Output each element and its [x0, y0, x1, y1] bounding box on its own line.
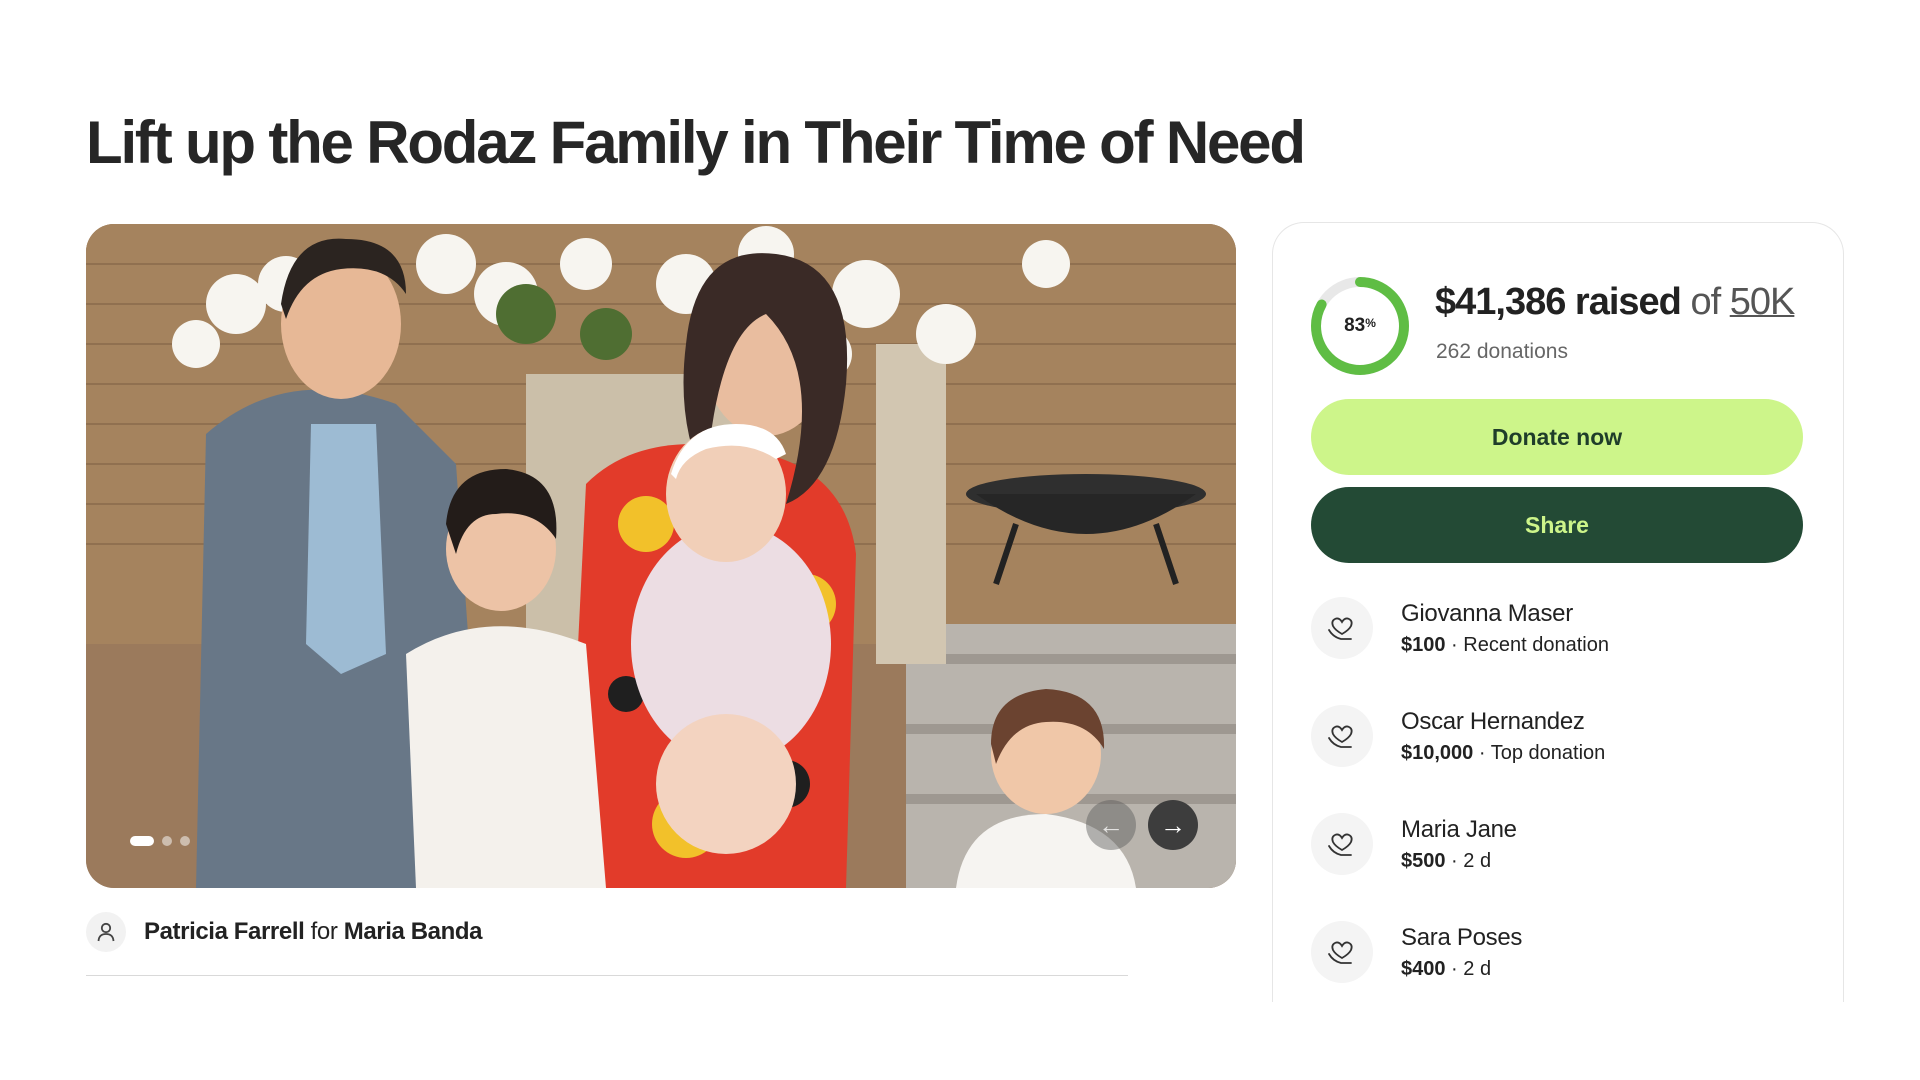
donation-item: Oscar Hernandez $10,000 · Top donation	[1311, 705, 1605, 767]
donation-amount: $400	[1401, 957, 1446, 980]
donor-meta: $500 · 2 d	[1401, 850, 1517, 873]
page-title: Lift up the Rodaz Family in Their Time o…	[86, 109, 1306, 176]
progress-percent: 83	[1344, 315, 1366, 336]
heart-hand-icon	[1311, 705, 1373, 767]
donation-note: 2 d	[1463, 957, 1492, 980]
gallery-pagination[interactable]	[130, 836, 190, 846]
raised-amount: $41,386 raised	[1435, 281, 1682, 323]
donor-meta: $10,000 · Top donation	[1401, 742, 1605, 765]
meta-separator: ·	[1445, 633, 1464, 656]
progress-ring: 83%	[1309, 275, 1411, 377]
beneficiary-name[interactable]: Maria Banda	[344, 918, 483, 945]
meta-separator: ·	[1445, 957, 1464, 980]
goal-amount[interactable]: 50K	[1730, 281, 1796, 323]
meta-separator: ·	[1445, 849, 1464, 872]
organizer-name[interactable]: Patricia Farrell	[144, 918, 305, 945]
donor-name: Maria Jane	[1401, 815, 1517, 843]
donation-amount: $100	[1401, 633, 1446, 656]
gallery-dot[interactable]	[162, 836, 172, 846]
share-button[interactable]: Share	[1311, 487, 1803, 563]
heart-hand-icon	[1311, 813, 1373, 875]
donor-name: Sara Poses	[1401, 923, 1523, 951]
gallery-dot[interactable]	[180, 836, 190, 846]
donation-note: 2 d	[1463, 849, 1492, 872]
heart-hand-icon	[1311, 597, 1373, 659]
donations-count: 262 donations	[1436, 340, 1568, 363]
donor-meta: $100 · Recent donation	[1401, 634, 1609, 657]
donor-name: Giovanna Maser	[1401, 599, 1573, 627]
campaign-photo[interactable]: ← →	[86, 224, 1236, 888]
donation-item: Maria Jane $500 · 2 d	[1311, 813, 1517, 875]
percent-sign: %	[1365, 316, 1376, 330]
organizer-connector: for	[310, 918, 338, 945]
organizer-line: Patricia Farrell for Maria Banda	[86, 912, 482, 952]
donation-note: Top donation	[1490, 741, 1606, 764]
donation-item: Giovanna Maser $100 · Recent donation	[1311, 597, 1609, 659]
raised-summary: $41,386 raised of 50K	[1435, 281, 1796, 324]
gallery-dot[interactable]	[130, 836, 154, 846]
raised-of: of	[1690, 281, 1721, 323]
heart-hand-icon	[1311, 921, 1373, 983]
gallery-next-button[interactable]: →	[1148, 800, 1198, 850]
family-photo-illustration	[86, 224, 1236, 888]
donation-amount: $10,000	[1401, 741, 1474, 764]
donation-item: Sara Poses $400 · 2 d	[1311, 921, 1522, 983]
donate-now-button[interactable]: Donate now	[1311, 399, 1803, 475]
donation-note: Recent donation	[1463, 633, 1609, 656]
donation-amount: $500	[1401, 849, 1446, 872]
donor-name: Oscar Hernandez	[1401, 707, 1585, 735]
gallery-prev-button[interactable]: ←	[1086, 800, 1136, 850]
arrow-right-icon: →	[1160, 809, 1186, 840]
donor-meta: $400 · 2 d	[1401, 958, 1522, 981]
donation-sidebar: 83% $41,386 raised of 50K 262 donations …	[1272, 222, 1844, 1002]
arrow-left-icon: ←	[1098, 809, 1124, 840]
divider	[86, 975, 1128, 976]
user-icon	[86, 912, 126, 952]
meta-separator: ·	[1473, 741, 1491, 764]
